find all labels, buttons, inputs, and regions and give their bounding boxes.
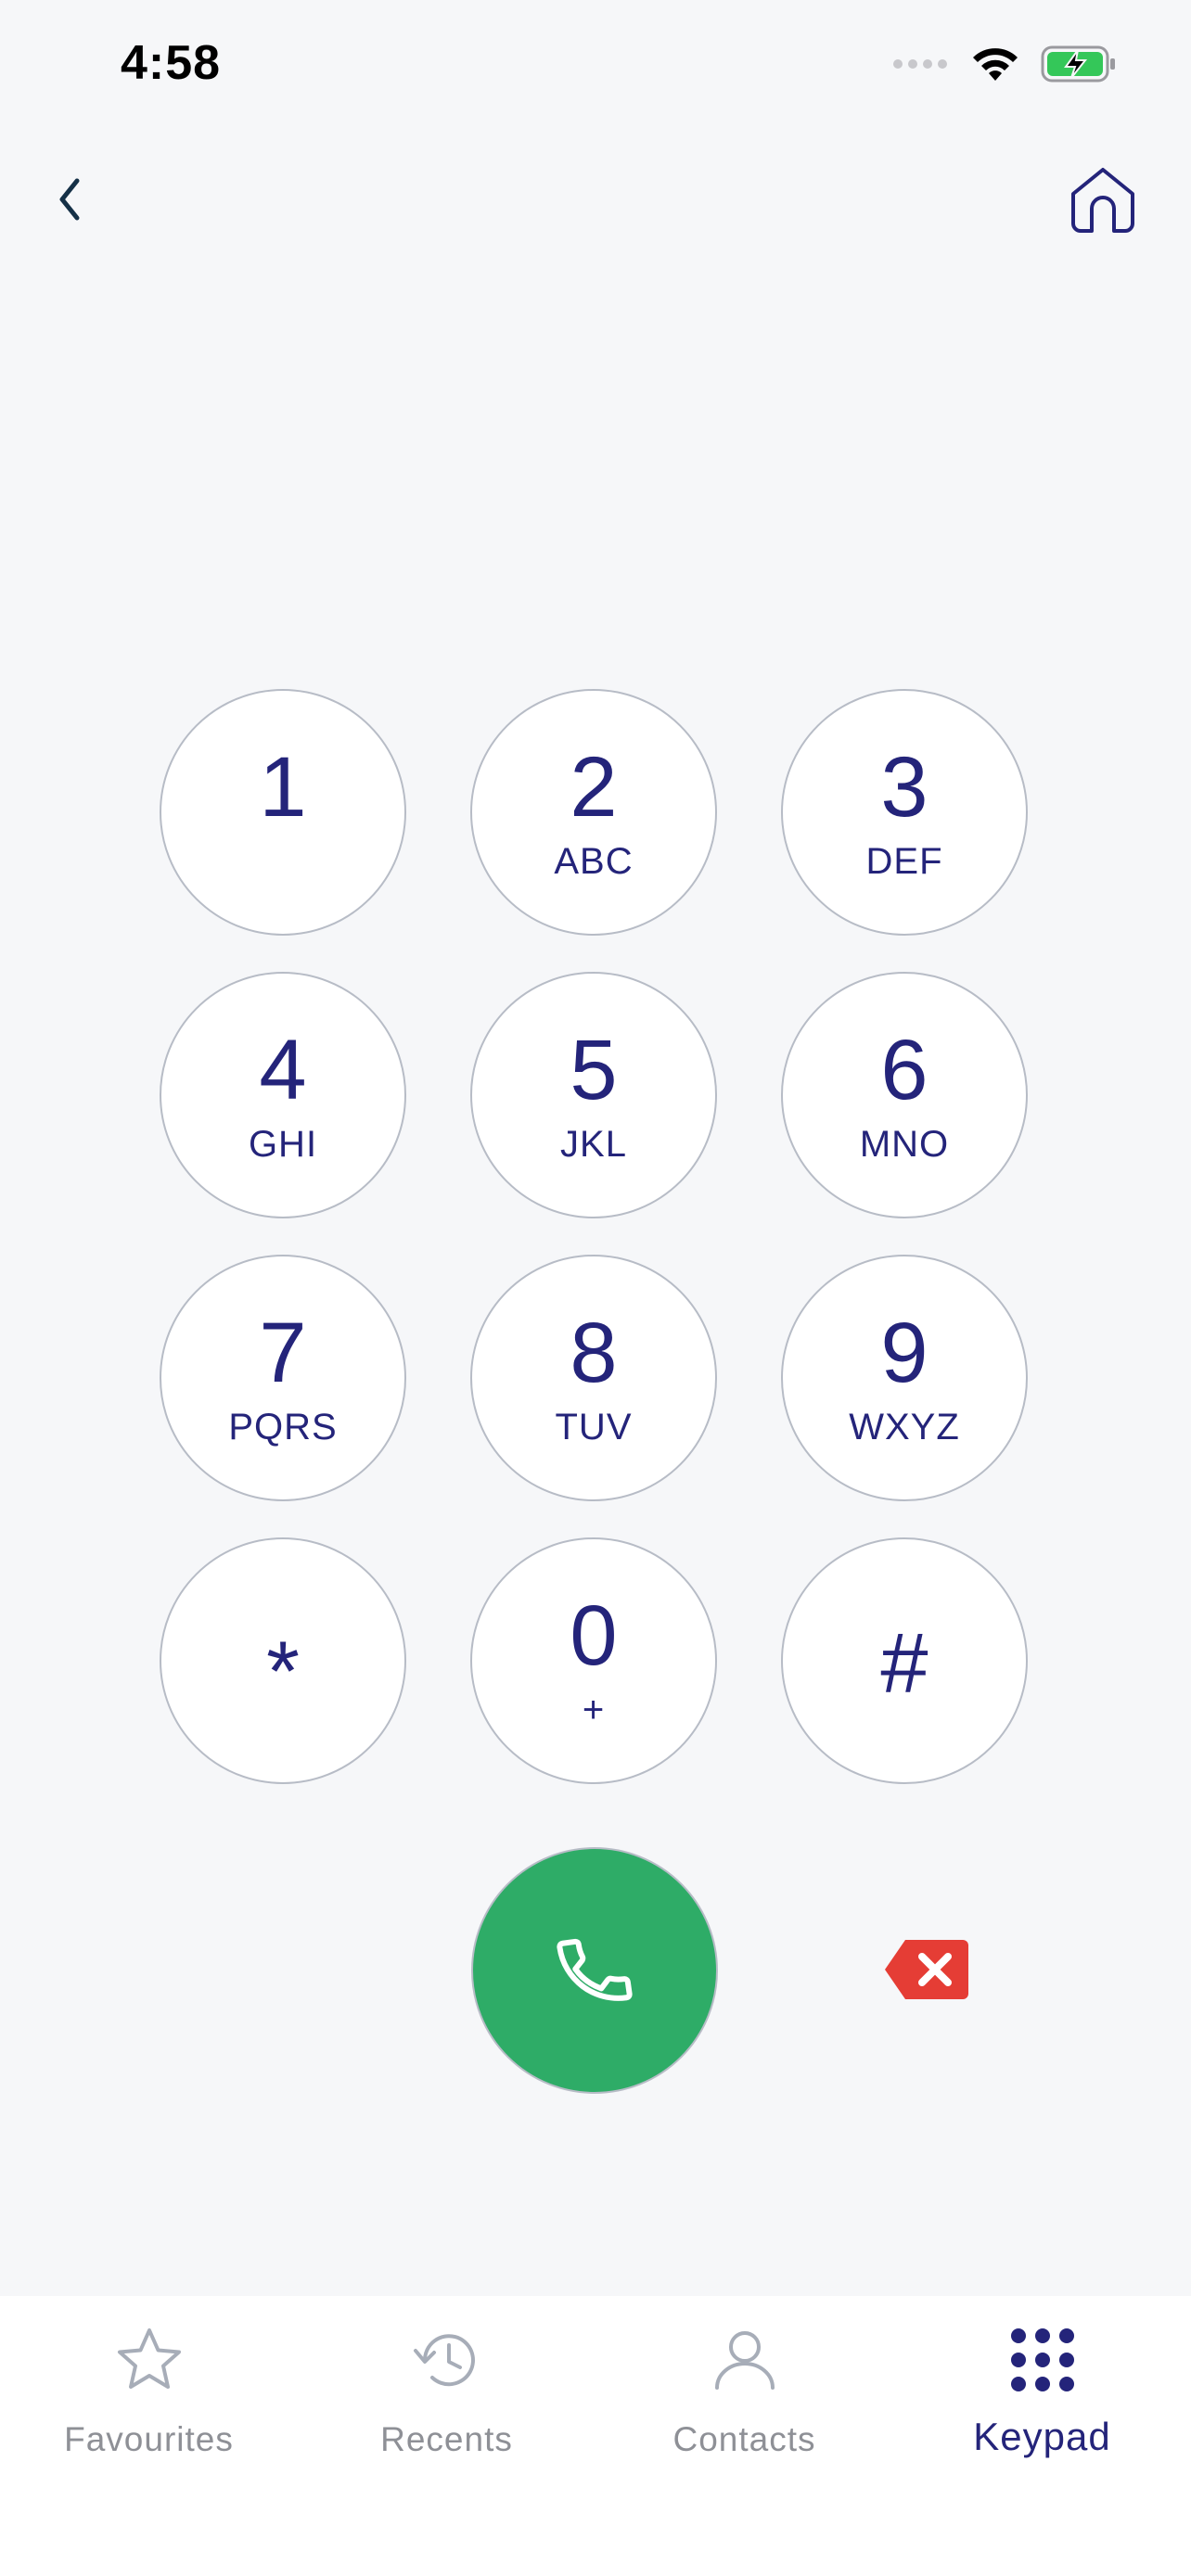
keypad-icon: [1001, 2318, 1084, 2402]
person-icon: [703, 2318, 787, 2402]
key-digit: 2: [570, 740, 618, 835]
key-8[interactable]: 8 TUV: [470, 1255, 717, 1501]
key-digit: *: [266, 1625, 300, 1719]
key-7[interactable]: 7 PQRS: [160, 1255, 406, 1501]
status-icons: [892, 45, 1117, 88]
call-button[interactable]: [471, 1847, 718, 2094]
tab-keypad[interactable]: Keypad: [893, 2296, 1191, 2509]
key-0[interactable]: 0 +: [470, 1537, 717, 1784]
key-digit: #: [880, 1616, 928, 1711]
tab-contacts[interactable]: Contacts: [596, 2296, 893, 2509]
key-letters: MNO: [859, 1124, 950, 1165]
keypad: 1 2 ABC 3 DEF 4 GHI 5 JKL 6 MNO 7 PQRS 8…: [160, 689, 1031, 1789]
key-letters: JKL: [560, 1124, 627, 1165]
home-icon: [1071, 168, 1134, 233]
key-2[interactable]: 2 ABC: [470, 689, 717, 936]
key-digit: 9: [880, 1306, 928, 1400]
key-5[interactable]: 5 JKL: [470, 972, 717, 1218]
key-9[interactable]: 9 WXYZ: [781, 1255, 1028, 1501]
key-letters: +: [582, 1690, 606, 1730]
status-time: 4:58: [121, 36, 222, 90]
tab-label: Contacts: [672, 2420, 816, 2458]
key-4[interactable]: 4 GHI: [160, 972, 406, 1218]
key-digit: 1: [259, 740, 307, 835]
tab-label: Recents: [380, 2420, 513, 2458]
key-digit: 5: [570, 1023, 618, 1117]
key-digit: 6: [880, 1023, 928, 1117]
tab-label: Keypad: [973, 2415, 1111, 2458]
key-letters: WXYZ: [849, 1407, 960, 1447]
key-star[interactable]: *: [160, 1537, 406, 1784]
history-icon: [405, 2318, 489, 2402]
cellular-signal-icon: [892, 57, 950, 76]
key-3[interactable]: 3 DEF: [781, 689, 1028, 936]
backspace-icon: [885, 1940, 968, 1999]
key-letters: DEF: [865, 841, 943, 882]
star-icon: [108, 2318, 191, 2402]
tab-bar: Favourites Recents Contacts Keypad: [0, 2296, 1191, 2576]
tab-label: Favourites: [64, 2420, 234, 2458]
chevron-left-icon: [59, 178, 80, 221]
key-digit: 4: [259, 1023, 307, 1117]
delete-button[interactable]: [883, 1936, 970, 2003]
status-bar: 4:58: [0, 0, 1191, 130]
home-button[interactable]: [1061, 158, 1145, 241]
key-letters: TUV: [555, 1407, 633, 1447]
tab-favourites[interactable]: Favourites: [0, 2296, 298, 2509]
key-digit: 7: [259, 1306, 307, 1400]
key-digit: 3: [880, 740, 928, 835]
key-6[interactable]: 6 MNO: [781, 972, 1028, 1218]
key-letters: ABC: [554, 841, 634, 882]
battery-charging-icon: [1041, 45, 1117, 88]
key-digit: 8: [570, 1306, 618, 1400]
key-digit: 0: [570, 1588, 618, 1683]
wifi-icon: [970, 45, 1020, 87]
tab-recents[interactable]: Recents: [298, 2296, 596, 2509]
key-letters: GHI: [248, 1124, 318, 1165]
key-hash[interactable]: #: [781, 1537, 1028, 1784]
key-1[interactable]: 1: [160, 689, 406, 936]
phone-icon: [557, 1938, 633, 2001]
key-letters: PQRS: [228, 1407, 338, 1447]
nav-bar: [0, 158, 1191, 260]
back-button[interactable]: [37, 167, 102, 232]
